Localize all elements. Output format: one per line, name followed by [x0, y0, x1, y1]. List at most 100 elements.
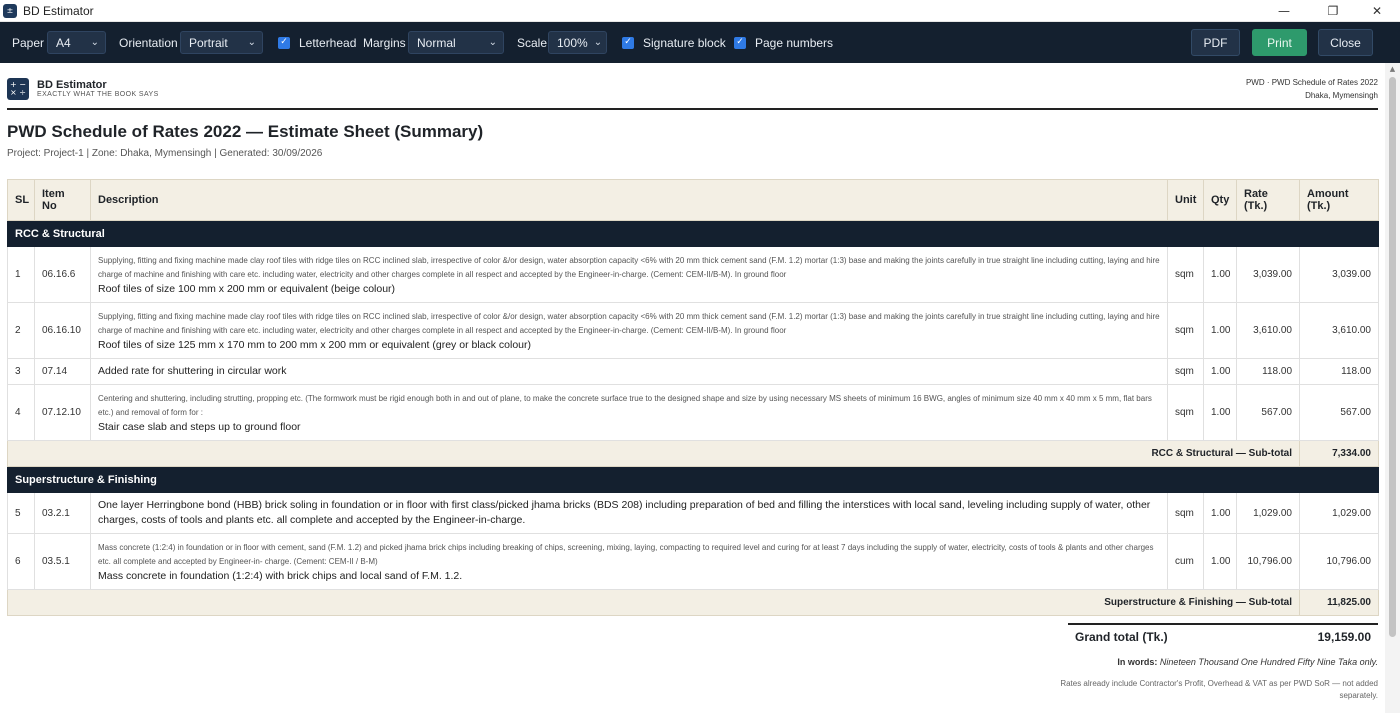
minimize-button[interactable]: — [1261, 0, 1307, 22]
window-title: BD Estimator [23, 3, 94, 18]
scale-select[interactable]: 100% ⌄ [548, 31, 607, 54]
chevron-down-icon: ⌄ [593, 37, 603, 48]
print-settings-toolbar: Paper A4 ⌄ Orientation Portrait ⌄ ✓ Lett… [0, 22, 1400, 63]
chevron-down-icon: ⌄ [90, 37, 99, 48]
subtotal-label: RCC & Structural — Sub-total [7, 440, 1300, 467]
row-item-no: 06.16.10 [34, 302, 91, 359]
row-unit: sqm [1167, 358, 1204, 385]
row-sl: 6 [7, 533, 35, 590]
col-qty-header: Qty [1203, 179, 1237, 221]
row-sl: 4 [7, 384, 35, 441]
header-divider [7, 108, 1378, 110]
paper-select[interactable]: A4 ⌄ [47, 31, 106, 54]
page-numbers-label: Page numbers [755, 35, 834, 50]
row-rate: 567.00 [1236, 384, 1300, 441]
scroll-up-arrow-icon[interactable]: ▲ [1385, 65, 1400, 77]
subtotal-amount: 7,334.00 [1299, 440, 1379, 467]
margins-select-value: Normal [417, 35, 456, 50]
row-rate: 1,029.00 [1236, 492, 1300, 534]
row-description: Supplying, fitting and fixing machine ma… [90, 246, 1168, 303]
row-item-text: Added rate for shuttering in circular wo… [98, 365, 287, 377]
row-spec-text: Supplying, fitting and fixing machine ma… [98, 255, 1160, 280]
estimate-table: SL Item No Description Unit Qty Rate (Tk.)… [7, 179, 1379, 616]
margins-select[interactable]: Normal ⌄ [408, 31, 504, 54]
schedule-reference: PWD · PWD Schedule of Rates 2022 [1245, 78, 1378, 87]
row-description: Supplying, fitting and fixing machine ma… [90, 302, 1168, 359]
zone-reference: Dhaka, Mymensingh [1305, 91, 1378, 100]
row-qty: 1.00 [1203, 246, 1237, 303]
table-row: 3 07.14 Added rate for shuttering in cir… [7, 358, 1379, 385]
row-qty: 1.00 [1203, 492, 1237, 534]
chevron-down-icon: ⌄ [247, 37, 256, 48]
row-item-text: Stair case slab and steps up to ground f… [98, 420, 301, 433]
scale-select-value: 100% [557, 35, 588, 50]
in-words-text: Nineteen Thousand One Hundred Fifty Nine… [1159, 657, 1378, 667]
scrollbar-thumb[interactable] [1389, 77, 1396, 637]
margins-label: Margins [363, 35, 406, 50]
brand-tagline: EXACTLY WHAT THE BOOK SAYS [37, 91, 159, 98]
close-button[interactable]: Close [1318, 29, 1373, 56]
row-sl: 3 [7, 358, 35, 385]
orientation-label: Orientation [119, 35, 178, 50]
subtotal-row: RCC & Structural — Sub-total 7,334.00 [7, 440, 1379, 467]
paper-select-value: A4 [56, 35, 71, 50]
chevron-down-icon: ⌄ [488, 37, 497, 48]
row-rate: 10,796.00 [1236, 533, 1300, 590]
print-button[interactable]: Print [1252, 29, 1307, 56]
in-words-label: In words: [1117, 657, 1158, 667]
document-reference: PWD · PWD Schedule of Rates 2022 Dhaka, … [1246, 76, 1378, 102]
row-spec-text: Supplying, fitting and fixing machine ma… [98, 311, 1160, 336]
window-title-bar: ± BD Estimator — ❐ ✕ [0, 0, 1400, 22]
grand-total-label: Grand total (Tk.) [1075, 630, 1168, 644]
col-amount-header: Amount (Tk.) [1299, 179, 1379, 221]
subtotal-label: Superstructure & Finishing — Sub-total [7, 589, 1300, 616]
orientation-select-value: Portrait [189, 35, 228, 50]
rates-note: Rates already include Contractor's Profi… [1060, 679, 1378, 700]
amount-in-words: In words: Nineteen Thousand One Hundred … [1117, 657, 1378, 667]
letterhead-checkbox[interactable]: ✓ [278, 36, 290, 49]
row-item-no: 06.16.6 [34, 246, 91, 303]
row-item-no: 03.5.1 [34, 533, 91, 590]
table-row: 5 03.2.1 One layer Herringbone bond (HBB… [7, 492, 1379, 534]
row-description: Centering and shuttering, including stru… [90, 384, 1168, 441]
row-item-no: 07.12.10 [34, 384, 91, 441]
row-unit: sqm [1167, 492, 1204, 534]
row-item-text: Roof tiles of size 100 mm x 200 mm or eq… [98, 282, 396, 295]
row-spec-text: Centering and shuttering, including stru… [98, 393, 1152, 418]
row-sl: 2 [7, 302, 35, 359]
row-rate: 3,039.00 [1236, 246, 1300, 303]
subtotal-row: Superstructure & Finishing — Sub-total 1… [7, 589, 1379, 616]
page-numbers-checkbox[interactable]: ✓ [734, 36, 746, 49]
window-close-button[interactable]: ✕ [1354, 0, 1400, 22]
vertical-scrollbar[interactable]: ▲ [1385, 63, 1400, 713]
row-unit: cum [1167, 533, 1204, 590]
group-header-row: RCC & Structural [7, 220, 1379, 247]
group-name: Superstructure & Finishing [7, 466, 1379, 493]
page-subtitle: Project: Project-1 | Zone: Dhaka, Mymens… [7, 148, 323, 159]
row-sl: 5 [7, 492, 35, 534]
calculator-icon: + − × ÷ [7, 78, 29, 100]
table-row: 4 07.12.10 Centering and shuttering, inc… [7, 384, 1379, 441]
row-rate: 3,610.00 [1236, 302, 1300, 359]
row-item-text: One layer Herringbone bond (HBB) brick s… [98, 499, 1151, 526]
col-item-no-header: Item No [34, 179, 91, 221]
grand-total-value: 19,159.00 [1317, 630, 1371, 644]
row-amount: 10,796.00 [1299, 533, 1379, 590]
letterhead-label: Letterhead [299, 35, 357, 50]
table-row: 1 06.16.6 Supplying, fitting and fixing … [7, 246, 1379, 303]
row-item-text: Roof tiles of size 125 mm x 170 mm to 20… [98, 338, 532, 351]
row-amount: 567.00 [1299, 384, 1379, 441]
grand-total-divider [1068, 623, 1378, 625]
signature-block-checkbox[interactable]: ✓ [622, 36, 634, 49]
orientation-select[interactable]: Portrait ⌄ [180, 31, 263, 54]
subtotal-amount: 11,825.00 [1299, 589, 1379, 616]
row-description: One layer Herringbone bond (HBB) brick s… [90, 492, 1168, 534]
row-unit: sqm [1167, 302, 1204, 359]
maximize-button[interactable]: ❐ [1310, 0, 1356, 22]
row-rate: 118.00 [1236, 358, 1300, 385]
paper-label: Paper [12, 35, 45, 50]
pdf-button[interactable]: PDF [1191, 29, 1240, 56]
row-amount: 3,039.00 [1299, 246, 1379, 303]
table-row: 6 03.5.1 Mass concrete (1:2:4) in founda… [7, 533, 1379, 590]
row-qty: 1.00 [1203, 384, 1237, 441]
